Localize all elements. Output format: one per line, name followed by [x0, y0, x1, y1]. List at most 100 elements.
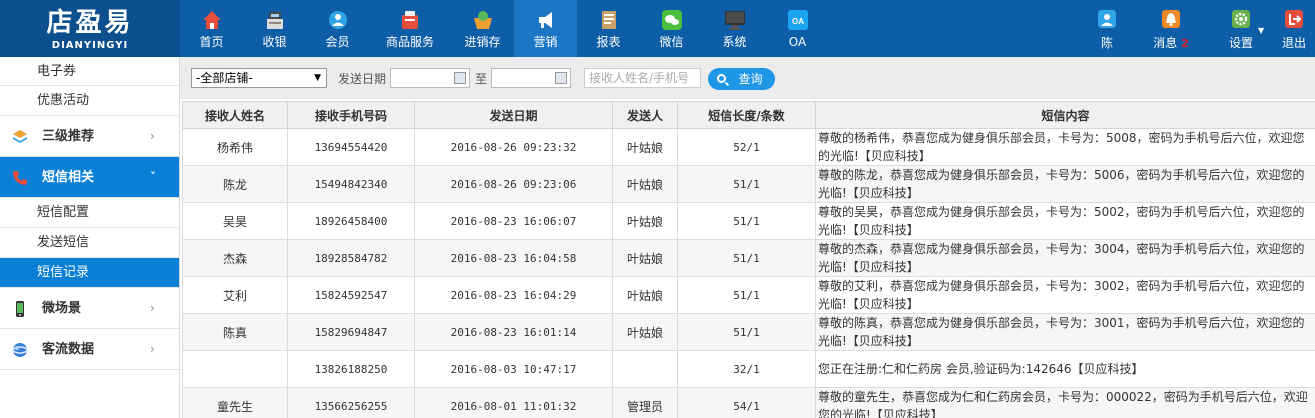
cell-sender: 叶姑娘 — [612, 202, 678, 240]
sidebar-item-send-sms[interactable]: 发送短信 — [0, 228, 179, 258]
search-icon — [717, 74, 726, 83]
col-header-content: 短信内容 — [815, 101, 1315, 129]
cell-phone: 13566256255 — [287, 387, 415, 418]
cell-phone: 15494842340 — [287, 165, 415, 203]
cell-length: 51/1 — [677, 239, 816, 277]
chevron-down-icon: ▼ — [1258, 26, 1265, 35]
cell-phone: 18926458400 — [287, 202, 415, 240]
goods-icon — [402, 11, 418, 29]
nav-marketing[interactable]: 营销 — [514, 0, 577, 57]
cell-date: 2016-08-23 16:06:07 — [414, 202, 613, 240]
nav-label: OA — [788, 35, 807, 49]
messages-label-wrap: 消息 2 — [1133, 36, 1209, 51]
table-row: 陈龙 15494842340 2016-08-26 09:23:06 叶姑娘 5… — [182, 165, 1315, 203]
nav-wechat[interactable]: 微信 — [640, 0, 703, 57]
layers-icon — [13, 130, 27, 143]
bell-icon — [1162, 10, 1180, 28]
nav-inventory[interactable]: 进销存 — [451, 0, 514, 57]
table-header-row: 接收人姓名 接收手机号码 发送日期 发送人 短信长度/条数 短信内容 — [182, 101, 1315, 129]
sidebar-group-traffic-data[interactable]: 客流数据 › — [0, 329, 179, 370]
cell-content: 尊敬的陈龙，恭喜您成为健身俱乐部会员，卡号为：5006，密码为手机号后六位，欢迎… — [815, 165, 1315, 203]
nav-label: 营销 — [533, 35, 558, 49]
cell-content: 尊敬的杰森，恭喜您成为健身俱乐部会员，卡号为：3004，密码为手机号后六位，欢迎… — [815, 239, 1315, 277]
col-header-length: 短信长度/条数 — [677, 101, 816, 129]
svg-text:OA: OA — [792, 17, 804, 26]
cell-length: 51/1 — [677, 165, 816, 203]
store-select[interactable]: -全部店铺- ▼ — [191, 68, 327, 88]
nav-oa[interactable]: OA OA — [766, 0, 829, 57]
cell-sender: 叶姑娘 — [612, 128, 678, 166]
settings-button[interactable]: ▼ 设置 — [1209, 0, 1273, 57]
cell-length: 51/1 — [677, 313, 816, 351]
logo-chinese-text: 店盈易 — [46, 8, 134, 38]
sidebar-item-sms-records[interactable]: 短信记录 — [0, 258, 179, 288]
end-date-input[interactable] — [491, 68, 571, 88]
cell-date: 2016-08-23 16:04:29 — [414, 276, 613, 314]
user-nav: 陈 消息 2 ▼ 设置 退出 — [1081, 0, 1315, 57]
top-navigation-bar: 店盈易 DIANYINGYI 首页 收银 会员 商品服务 进销存 营销 报表 微… — [0, 0, 1315, 57]
cell-name — [182, 350, 288, 388]
cell-name: 童先生 — [182, 387, 288, 418]
gear-icon — [1232, 10, 1250, 28]
nav-system[interactable]: 系统 — [703, 0, 766, 57]
logout-button[interactable]: 退出 — [1273, 0, 1315, 57]
cash-register-icon — [266, 12, 283, 29]
sidebar-item-promotion[interactable]: 优惠活动 — [0, 86, 179, 116]
nav-home[interactable]: 首页 — [180, 0, 243, 57]
cell-content: 您正在注册:仁和仁药房 会员,验证码为:142646【贝应科技】 — [815, 350, 1315, 388]
sidebar-group-sms[interactable]: 短信相关 ˅ — [0, 157, 179, 198]
logout-icon — [1285, 10, 1303, 28]
nav-label: 微信 — [659, 35, 684, 49]
cell-phone: 18928584782 — [287, 239, 415, 277]
sidebar-item-sms-config[interactable]: 短信配置 — [0, 198, 179, 228]
cell-content: 尊敬的吴昊，恭喜您成为健身俱乐部会员，卡号为：5002，密码为手机号后六位，欢迎… — [815, 202, 1315, 240]
nav-label: 会员 — [325, 35, 350, 49]
cell-length: 54/1 — [677, 387, 816, 418]
user-icon — [1098, 10, 1116, 28]
query-button[interactable]: 查询 — [708, 68, 775, 90]
cell-sender: 叶姑娘 — [612, 239, 678, 277]
nav-label: 系统 — [722, 35, 747, 49]
table-row: 杰森 18928584782 2016-08-23 16:04:58 叶姑娘 5… — [182, 239, 1315, 277]
nav-report[interactable]: 报表 — [577, 0, 640, 57]
store-select-value: -全部店铺- — [196, 71, 253, 85]
sidebar-group-micro-scene[interactable]: 微场景 › — [0, 288, 179, 329]
megaphone-icon — [538, 12, 552, 28]
user-name: 陈 — [1100, 36, 1113, 50]
sidebar-group-label: 微场景 — [42, 301, 82, 316]
logout-label: 退出 — [1281, 36, 1306, 50]
cell-sender: 管理员 — [612, 387, 678, 418]
wechat-icon — [661, 10, 682, 30]
cell-length: 51/1 — [677, 276, 816, 314]
keyword-input[interactable]: 接收人姓名/手机号 — [584, 68, 701, 88]
cell-sender: 叶姑娘 — [612, 276, 678, 314]
cell-date: 2016-08-26 09:23:32 — [414, 128, 613, 166]
nav-member[interactable]: 会员 — [306, 0, 369, 57]
table-row: 艾利 15824592547 2016-08-23 16:04:29 叶姑娘 5… — [182, 276, 1315, 314]
chevron-down-icon: ▼ — [314, 73, 321, 83]
messages-button[interactable]: 消息 2 — [1133, 0, 1209, 57]
cell-length: 52/1 — [677, 128, 816, 166]
nav-goods[interactable]: 商品服务 — [369, 0, 451, 57]
cell-name: 陈真 — [182, 313, 288, 351]
cell-sender: 叶姑娘 — [612, 313, 678, 351]
start-date-input[interactable] — [390, 68, 470, 88]
cell-sender — [612, 350, 678, 388]
settings-label: 设置 — [1228, 36, 1253, 50]
calendar-icon[interactable] — [454, 72, 466, 84]
user-menu[interactable]: 陈 — [1081, 0, 1133, 57]
cell-name: 陈龙 — [182, 165, 288, 203]
sidebar: 电子券 优惠活动 三级推荐 › 短信相关 ˅ 短信配置 发送短信 短信记录 微场… — [0, 57, 180, 418]
cell-phone: 13826188250 — [287, 350, 415, 388]
sidebar-group-referral[interactable]: 三级推荐 › — [0, 116, 179, 157]
cell-length: 51/1 — [677, 202, 816, 240]
cell-length: 32/1 — [677, 350, 816, 388]
nav-cashier[interactable]: 收银 — [243, 0, 306, 57]
nav-label: 商品服务 — [385, 35, 434, 49]
member-icon — [328, 11, 347, 29]
sidebar-item-e-coupon[interactable]: 电子券 — [0, 57, 179, 86]
nav-label: 首页 — [199, 35, 224, 49]
app-logo[interactable]: 店盈易 DIANYINGYI — [0, 0, 180, 57]
chevron-right-icon: › — [150, 301, 155, 315]
calendar-icon[interactable] — [555, 72, 567, 84]
